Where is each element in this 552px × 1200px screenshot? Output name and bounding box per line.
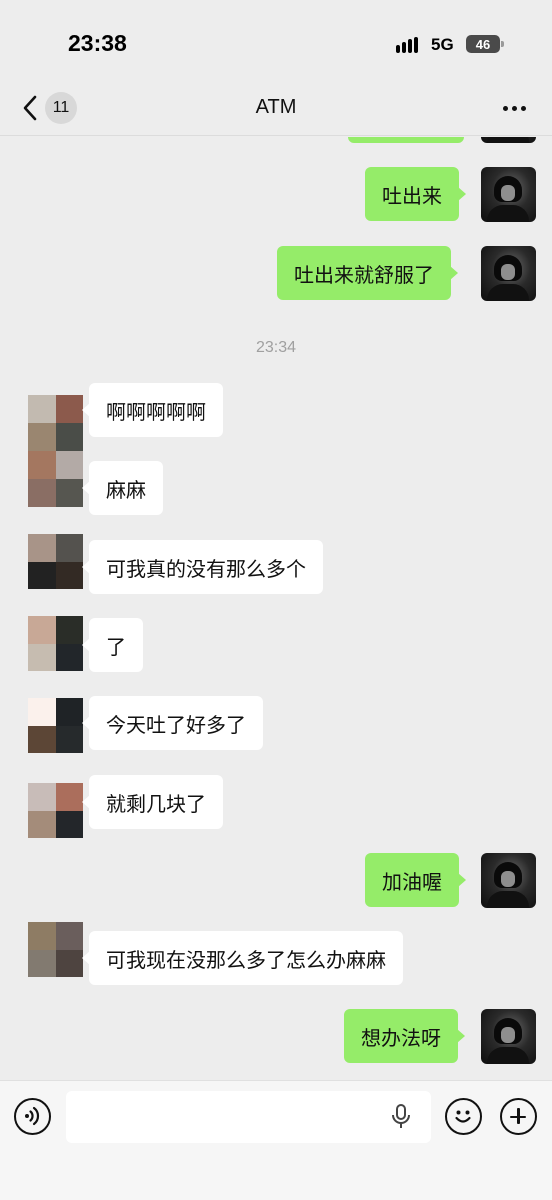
message-bubble[interactable]: 可我真的没有那么多个 xyxy=(82,540,323,594)
message-bubble[interactable] xyxy=(348,137,464,143)
message-bubble[interactable]: 啊啊啊啊啊 xyxy=(82,383,223,437)
smile-face xyxy=(455,1110,471,1123)
contact-avatar[interactable] xyxy=(28,922,83,977)
message-text: 想办法呀 xyxy=(361,1025,441,1050)
my-avatar[interactable] xyxy=(481,246,536,301)
contact-avatar[interactable] xyxy=(28,395,83,507)
message-text: 加油喔 xyxy=(382,869,442,894)
message-bubble[interactable]: 了 xyxy=(82,618,143,672)
my-avatar[interactable] xyxy=(481,137,536,143)
chat-title: ATM xyxy=(255,96,297,118)
message-bubble[interactable]: 加油喔 xyxy=(365,853,466,907)
message-text: 就剩几块了 xyxy=(106,791,206,816)
input-bar xyxy=(0,1080,552,1200)
battery-icon: 46 xyxy=(466,35,500,53)
message-bubble[interactable]: 可我现在没那么多了怎么办麻麻 xyxy=(82,931,403,985)
mic-icon[interactable] xyxy=(389,1103,413,1131)
network-label: 5G xyxy=(431,35,454,54)
message-bubble[interactable]: 想办法呀 xyxy=(344,1009,465,1063)
chat-header: 11 ATM xyxy=(0,80,552,136)
message-input[interactable] xyxy=(66,1091,431,1143)
message-text: 了 xyxy=(106,634,126,659)
my-avatar[interactable] xyxy=(481,853,536,908)
message-bubble[interactable]: 吐出来就舒服了 xyxy=(277,246,458,300)
message-bubble[interactable]: 吐出来 xyxy=(365,167,466,221)
message-bubble[interactable]: 今天吐了好多了 xyxy=(82,696,263,750)
voice-icon[interactable] xyxy=(14,1098,51,1135)
status-time: 23:38 xyxy=(68,30,127,56)
battery-level: 46 xyxy=(475,36,491,52)
battery-tip xyxy=(501,41,504,47)
my-avatar[interactable] xyxy=(481,167,536,222)
contact-avatar[interactable] xyxy=(28,534,83,589)
contact-avatar[interactable] xyxy=(28,616,83,671)
message-text: 啊啊啊啊啊 xyxy=(106,399,206,424)
message-bubble[interactable]: 就剩几块了 xyxy=(82,775,223,829)
message-text: 今天吐了好多了 xyxy=(106,712,246,737)
chat-timestamp: 23:34 xyxy=(255,339,297,356)
chat-area[interactable]: 吐出来 吐出来就舒服了 23:34 啊啊啊啊啊 麻麻 可我真的没有那么多个 了 xyxy=(0,137,552,1080)
contact-avatar[interactable] xyxy=(28,783,83,838)
my-avatar[interactable] xyxy=(481,1009,536,1064)
message-text: 可我现在没那么多了怎么办麻麻 xyxy=(106,947,386,972)
message-text: 吐出来就舒服了 xyxy=(294,262,434,287)
emoji-icon[interactable] xyxy=(445,1098,482,1135)
message-text: 麻麻 xyxy=(106,477,146,502)
plus-icon[interactable] xyxy=(500,1098,537,1135)
signal-icon xyxy=(396,37,420,53)
message-text: 吐出来 xyxy=(382,183,442,208)
more-dots-icon[interactable] xyxy=(500,104,530,114)
voice-waves xyxy=(25,1106,40,1126)
message-bubble[interactable]: 麻麻 xyxy=(82,461,163,515)
contact-avatar[interactable] xyxy=(28,698,83,753)
status-bar: 23:38 5G 46 xyxy=(0,0,552,88)
message-text: 可我真的没有那么多个 xyxy=(106,556,306,581)
